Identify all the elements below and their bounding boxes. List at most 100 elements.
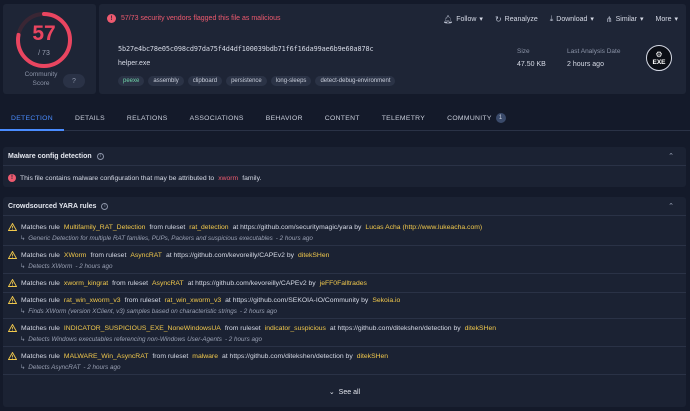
- rule-name-link[interactable]: Multifamily_RAT_Detection: [64, 224, 145, 231]
- tab-associations[interactable]: ASSOCIATIONS: [179, 106, 255, 130]
- chevron-down-icon: ▾: [590, 16, 594, 23]
- rule-prefix: Matches rule: [21, 279, 60, 287]
- rule-description: ↳ Detects AsyncRAT - 2 hours ago: [20, 364, 388, 371]
- chevron-up-icon[interactable]: ⌃: [668, 202, 674, 210]
- rule-prefix: Matches rule: [21, 324, 60, 332]
- tab-telemetry[interactable]: TELEMETRY: [371, 106, 436, 130]
- rule-description: ↳ Detects XWorm - 2 hours ago: [20, 263, 329, 270]
- yara-rule-line: Matches rule xworm_kingrat from ruleset Asy…: [8, 279, 367, 287]
- ruleset-link[interactable]: AsyncRAT: [152, 280, 184, 287]
- ruleset-prefix: from ruleset: [149, 223, 186, 231]
- yara-rule-row: Matches rule rat_win_xworm_v3 from ruleset…: [8, 296, 400, 315]
- more-button[interactable]: More ▾: [656, 14, 678, 24]
- detection-gauge: 57 / 73: [14, 10, 74, 70]
- author-link[interactable]: Sekoia.io: [372, 297, 400, 304]
- yara-rule-row: Matches rule INDICATOR_SUSPICIOUS_EXE_Non…: [8, 324, 496, 343]
- author-link[interactable]: ditekSHen: [357, 353, 388, 360]
- arrow-right-icon: ↳: [20, 235, 26, 242]
- more-label: More: [655, 15, 672, 23]
- ruleset-link[interactable]: rat_win_xworm_v3: [164, 297, 221, 304]
- ruleset-link[interactable]: rat_detection: [189, 224, 228, 231]
- ruleset-prefix: from ruleset: [124, 296, 161, 304]
- rule-name-link[interactable]: rat_win_xworm_v3: [64, 297, 121, 304]
- malware-family-link[interactable]: xworm: [218, 175, 238, 182]
- similar-button[interactable]: ⋔ Similar ▾: [606, 14, 644, 24]
- source-text: at https://github.com/securitymagic/yara…: [232, 223, 362, 231]
- tab-label: CONTENT: [324, 114, 360, 122]
- yara-rule-line: Matches rule XWorm from ruleset AsyncRAT at …: [8, 251, 329, 259]
- exe-file-type-icon: ⚙ EXE: [646, 45, 672, 71]
- follow-button[interactable]: 🔔︎ Follow ▾: [443, 14, 483, 24]
- info-icon[interactable]: i: [96, 152, 104, 160]
- community-score-badge[interactable]: ?: [63, 74, 85, 88]
- community-score-label: Community Score: [21, 70, 61, 88]
- ruleset-link[interactable]: malware: [192, 353, 218, 360]
- rule-prefix: Matches rule: [21, 251, 60, 259]
- tab-label: DETECTION: [11, 114, 53, 122]
- size-value: 47.50 KB: [517, 61, 546, 68]
- ruleset-link[interactable]: indicator_suspicious: [265, 325, 326, 332]
- tab-label: TELEMETRY: [381, 114, 426, 122]
- malware-config-header[interactable]: Malware config detection i ⌃: [3, 147, 686, 166]
- reanalyze-button[interactable]: ↻ Reanalyze: [495, 14, 538, 24]
- tab-label: BEHAVIOR: [265, 114, 303, 122]
- rule-timestamp: - 2 hours ago: [75, 263, 113, 270]
- author-link[interactable]: jeFF0Falltrades: [320, 280, 367, 287]
- source-text: at https://github.com/ditekshen/detectio…: [221, 352, 353, 360]
- warning-triangle-icon: [8, 251, 17, 259]
- yara-rules-header[interactable]: Crowdsourced YARA rules i ⌃: [3, 197, 686, 216]
- tab-relations[interactable]: RELATIONS: [116, 106, 179, 130]
- tag-peexe[interactable]: peexe: [118, 76, 145, 86]
- alert-circle-icon: !: [107, 14, 116, 23]
- source-text: at https://github.com/ditekshen/detectio…: [329, 324, 461, 332]
- tab-behavior[interactable]: BEHAVIOR: [255, 106, 314, 130]
- chevron-up-icon[interactable]: ⌃: [668, 152, 674, 160]
- file-hash[interactable]: 5b27e4bc78e05c098cd97da75f4d4df100039bdb…: [118, 45, 374, 53]
- tag-persistence[interactable]: persistence: [226, 76, 267, 86]
- tag-detect-debug-environment[interactable]: detect-debug-environment: [315, 76, 396, 86]
- see-all-button[interactable]: ⌄ See all: [3, 388, 686, 396]
- arrow-right-icon: ↳: [20, 336, 26, 343]
- rule-name-link[interactable]: INDICATOR_SUSPICIOUS_EXE_NoneWindowsUA: [64, 325, 221, 332]
- info-icon[interactable]: i: [101, 202, 109, 210]
- chevron-down-icon: ▾: [674, 16, 678, 23]
- alert-text: 57/73 security vendors flagged this file…: [121, 15, 281, 22]
- rule-description: ↳ Generic Detection for multiple RAT fami…: [20, 235, 482, 242]
- tag-assembly[interactable]: assembly: [148, 76, 184, 86]
- rule-prefix: Matches rule: [21, 223, 60, 231]
- rule-prefix: Matches rule: [21, 352, 60, 360]
- tag-clipboard[interactable]: clipboard: [187, 76, 223, 86]
- rule-name-link[interactable]: MALWARE_Win_AsyncRAT: [64, 353, 148, 360]
- rule-name-link[interactable]: XWorm: [64, 252, 87, 259]
- row-divider: [3, 292, 686, 293]
- file-info-card: ! 57/73 security vendors flagged this fi…: [99, 4, 686, 94]
- tab-community[interactable]: COMMUNITY 1: [436, 106, 517, 130]
- warning-triangle-icon: [8, 223, 17, 231]
- see-all-label: See all: [338, 389, 361, 396]
- ruleset-link[interactable]: AsyncRAT: [130, 252, 162, 259]
- warning-triangle-icon: [8, 352, 17, 360]
- file-name: helper.exe: [118, 60, 151, 67]
- tab-detection[interactable]: DETECTION: [0, 106, 64, 131]
- warning-triangle-icon: [8, 324, 17, 332]
- source-text: at https://github.com/kevoreilly/CAPEv2 …: [165, 251, 295, 259]
- yara-rule-row: Matches rule XWorm from ruleset AsyncRAT at …: [8, 251, 329, 270]
- tab-label: DETAILS: [74, 114, 105, 122]
- tab-content[interactable]: CONTENT: [314, 106, 371, 130]
- description-text: Detects Windows executables referencing …: [28, 336, 222, 343]
- description-text: Detects XWorm: [28, 263, 73, 270]
- download-button[interactable]: ⤓ Download ▾: [550, 14, 594, 24]
- rule-name-link[interactable]: xworm_kingrat: [64, 280, 108, 287]
- author-link[interactable]: ditekSHen: [298, 252, 329, 259]
- rule-timestamp: - 2 hours ago: [239, 308, 277, 315]
- ruleset-prefix: from ruleset: [90, 251, 127, 259]
- author-link[interactable]: Lucas Acha (http://www.lukeacha.com): [365, 224, 482, 231]
- detection-score-card: 57 / 73 Community Score ?: [3, 4, 96, 94]
- similar-icon: ⋔: [605, 14, 613, 24]
- row-divider: [3, 273, 686, 274]
- tag-long-sleeps[interactable]: long-sleeps: [270, 76, 312, 86]
- tab-details[interactable]: DETAILS: [64, 106, 116, 130]
- bell-icon: 🔔︎: [443, 14, 454, 24]
- tab-label: RELATIONS: [126, 114, 168, 122]
- author-link[interactable]: ditekSHen: [465, 325, 496, 332]
